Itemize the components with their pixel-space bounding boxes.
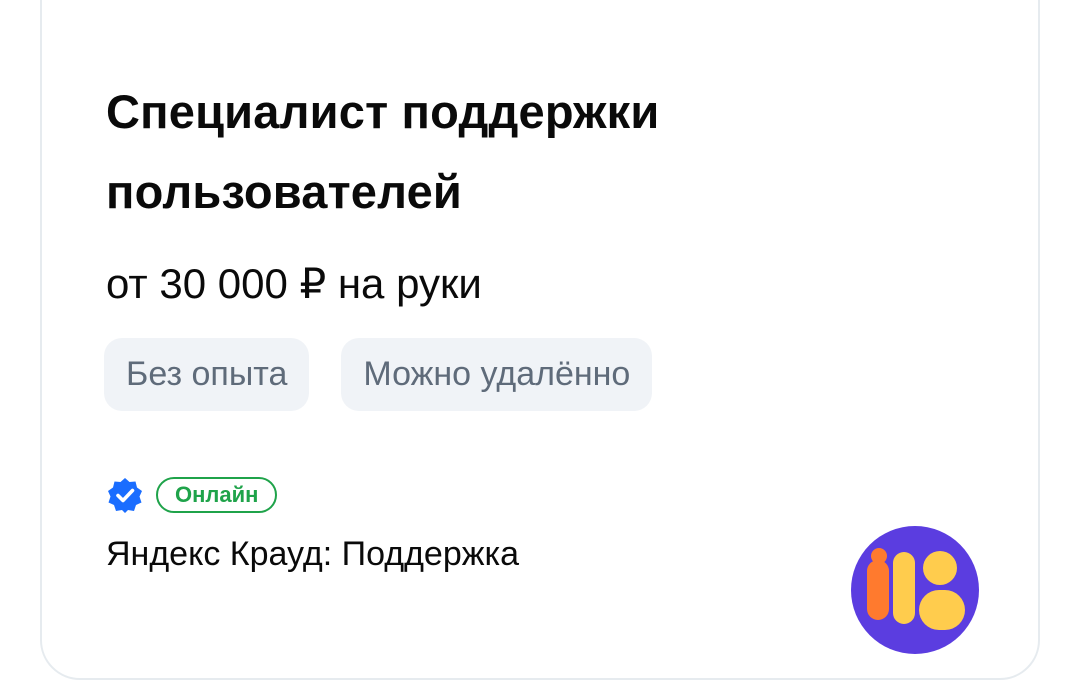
vacancy-tags: Без опыта Можно удалённо bbox=[104, 338, 653, 411]
company-logo-icon[interactable] bbox=[851, 526, 979, 654]
vacancy-title[interactable]: Специалист поддержки пользователей bbox=[106, 72, 926, 232]
tag-experience: Без опыта bbox=[104, 338, 310, 411]
tag-remote: Можно удалённо bbox=[341, 338, 653, 411]
employer-meta: Онлайн bbox=[106, 476, 278, 514]
salary: от 30 000 ₽ на руки bbox=[106, 260, 482, 307]
online-status-badge: Онлайн bbox=[156, 477, 278, 513]
verified-check-icon bbox=[108, 478, 142, 513]
company-name[interactable]: Яндекс Крауд: Поддержка bbox=[106, 530, 519, 578]
